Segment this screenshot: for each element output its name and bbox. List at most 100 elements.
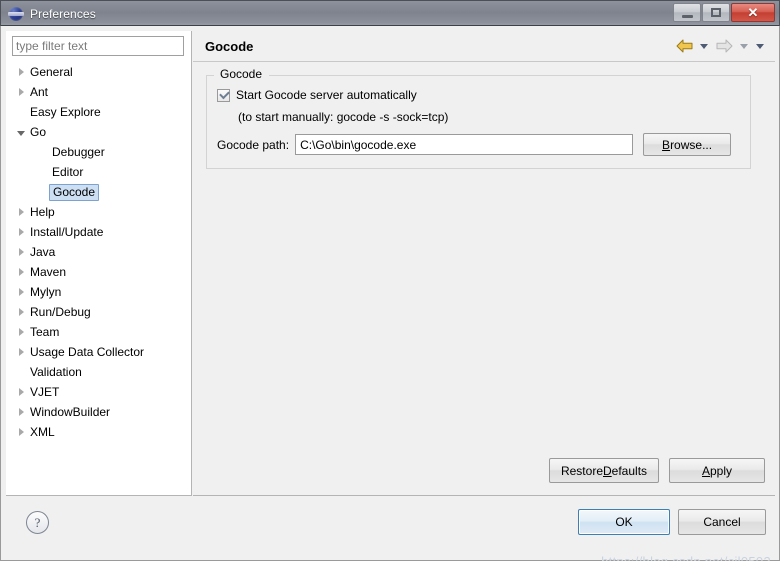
page-action-buttons: Restore Defaults Apply [549, 458, 765, 483]
dialog-buttons: OK Cancel [578, 509, 766, 535]
tree-item[interactable]: VJET [6, 382, 191, 402]
title-bar: Preferences ✕ [0, 0, 780, 26]
start-server-checkbox-label: Start Gocode server automatically [236, 88, 417, 102]
forward-history-chevron-down-icon [737, 37, 751, 55]
forward-arrow-icon [713, 37, 735, 55]
tree-item[interactable]: Team [6, 322, 191, 342]
tree-item-label: Java [30, 244, 56, 259]
gocode-preference-page: Gocode Gocode Start Gocode server automa… [193, 31, 775, 496]
tree-item[interactable]: Ant [6, 82, 191, 102]
tree-item-label: Usage Data Collector [30, 344, 145, 359]
tree-item-label: Ant [30, 84, 49, 99]
tree-item[interactable]: Maven [6, 262, 191, 282]
tree-item-label: XML [30, 424, 55, 439]
tree-item-label: Validation [30, 364, 82, 379]
navigation-toolbar [673, 37, 767, 55]
page-header: Gocode [193, 31, 775, 62]
restore-defaults-label-a: Restore [560, 463, 603, 478]
gocode-group-box: Gocode Start Gocode server automatically… [206, 67, 751, 169]
page-title: Gocode [205, 38, 254, 54]
ok-button[interactable]: OK [578, 509, 670, 535]
tree-item[interactable]: Mylyn [6, 282, 191, 302]
tree-expander-collapsed-icon[interactable] [14, 388, 28, 396]
tree-item[interactable]: Debugger [6, 142, 191, 162]
tree-item-label: Easy Explore [30, 104, 101, 119]
apply-button[interactable]: Apply [669, 458, 765, 483]
close-button[interactable]: ✕ [731, 3, 775, 22]
minimize-icon [681, 14, 693, 18]
tree-expander-collapsed-icon[interactable] [14, 308, 28, 316]
preferences-tree[interactable]: General Ant Easy Explore Go Debugger Editor Go… [6, 62, 191, 495]
tree-item-label: Maven [30, 264, 67, 279]
tree-item-label: Install/Update [30, 224, 104, 239]
window-controls: ✕ [673, 3, 775, 22]
more-menu-chevron-down-icon[interactable] [753, 37, 767, 55]
tree-item[interactable]: Install/Update [6, 222, 191, 242]
minimize-button[interactable] [673, 3, 701, 22]
apply-mnemonic: A [701, 463, 710, 478]
back-history-chevron-down-icon[interactable] [697, 37, 711, 55]
tree-item-label: Debugger [52, 144, 105, 159]
tree-expander-collapsed-icon[interactable] [14, 248, 28, 256]
tree-item-label: Run/Debug [30, 304, 91, 319]
tree-item-label: Mylyn [30, 284, 62, 299]
tree-item[interactable]: Easy Explore [6, 102, 191, 122]
tree-item-label: Help [30, 204, 55, 219]
watermark: https://blog.csdn.net/cjl0503 [601, 554, 771, 561]
gocode-path-input[interactable] [295, 134, 634, 155]
start-server-checkbox[interactable] [217, 88, 230, 102]
tree-item[interactable]: Editor [6, 162, 191, 182]
tree-item-label: Go [30, 124, 47, 139]
restore-defaults-mnemonic: D [603, 463, 612, 478]
app-sphere-icon [8, 6, 24, 22]
tree-item-label: Editor [52, 164, 84, 179]
tree-item[interactable]: Java [6, 242, 191, 262]
checkmark-icon [219, 88, 230, 99]
tree-expander-expanded-icon[interactable] [14, 129, 28, 136]
tree-expander-collapsed-icon[interactable] [14, 288, 28, 296]
tree-expander-collapsed-icon[interactable] [14, 428, 28, 436]
back-arrow-icon[interactable] [673, 37, 695, 55]
filter-input[interactable] [12, 36, 184, 56]
tree-item[interactable]: XML [6, 422, 191, 442]
tree-item[interactable]: Validation [6, 362, 191, 382]
preferences-tree-panel: General Ant Easy Explore Go Debugger Editor Go… [6, 31, 192, 496]
tree-expander-collapsed-icon[interactable] [14, 328, 28, 336]
dialog-footer: ? OK Cancel [6, 500, 775, 555]
tree-item-label: WindowBuilder [30, 404, 111, 419]
browse-button-label: rowse... [670, 137, 713, 152]
preferences-window: Preferences ✕ General Ant Easy Explore Go De… [0, 0, 780, 561]
tree-expander-collapsed-icon[interactable] [14, 408, 28, 416]
tree-item[interactable]: WindowBuilder [6, 402, 191, 422]
tree-expander-collapsed-icon[interactable] [14, 268, 28, 276]
tree-expander-collapsed-icon[interactable] [14, 68, 28, 76]
tree-item-label: Team [30, 324, 60, 339]
apply-label: pply [710, 463, 733, 478]
tree-expander-collapsed-icon[interactable] [14, 348, 28, 356]
restore-defaults-button[interactable]: Restore Defaults [549, 458, 659, 483]
maximize-button[interactable] [702, 3, 730, 22]
cancel-button[interactable]: Cancel [678, 509, 766, 535]
browse-mnemonic: B [662, 137, 671, 152]
tree-item[interactable]: Help [6, 202, 191, 222]
tree-expander-collapsed-icon[interactable] [14, 208, 28, 216]
tree-item[interactable]: General [6, 62, 191, 82]
tree-item[interactable]: Go [6, 122, 191, 142]
tree-item-label: VJET [30, 384, 60, 399]
tree-expander-collapsed-icon[interactable] [14, 88, 28, 96]
gocode-path-label: Gocode path: [217, 137, 290, 152]
browse-button[interactable]: Browse... [643, 133, 732, 156]
manual-start-hint: (to start manually: gocode -s -sock=tcp) [238, 110, 449, 124]
tree-item-label: Gocode [49, 183, 100, 201]
start-server-checkbox-row[interactable]: Start Gocode server automatically [217, 88, 417, 102]
tree-item[interactable]: Run/Debug [6, 302, 191, 322]
gocode-path-row: Gocode path: Browse... [217, 133, 742, 156]
tree-expander-collapsed-icon[interactable] [14, 228, 28, 236]
tree-item[interactable]: Gocode [6, 182, 191, 202]
tree-item[interactable]: Usage Data Collector [6, 342, 191, 362]
content-area: General Ant Easy Explore Go Debugger Editor Go… [6, 31, 775, 496]
restore-defaults-label-b: efaults [611, 463, 648, 478]
help-icon[interactable]: ? [26, 511, 49, 534]
tree-item-label: General [30, 64, 73, 79]
window-title: Preferences [30, 6, 96, 21]
